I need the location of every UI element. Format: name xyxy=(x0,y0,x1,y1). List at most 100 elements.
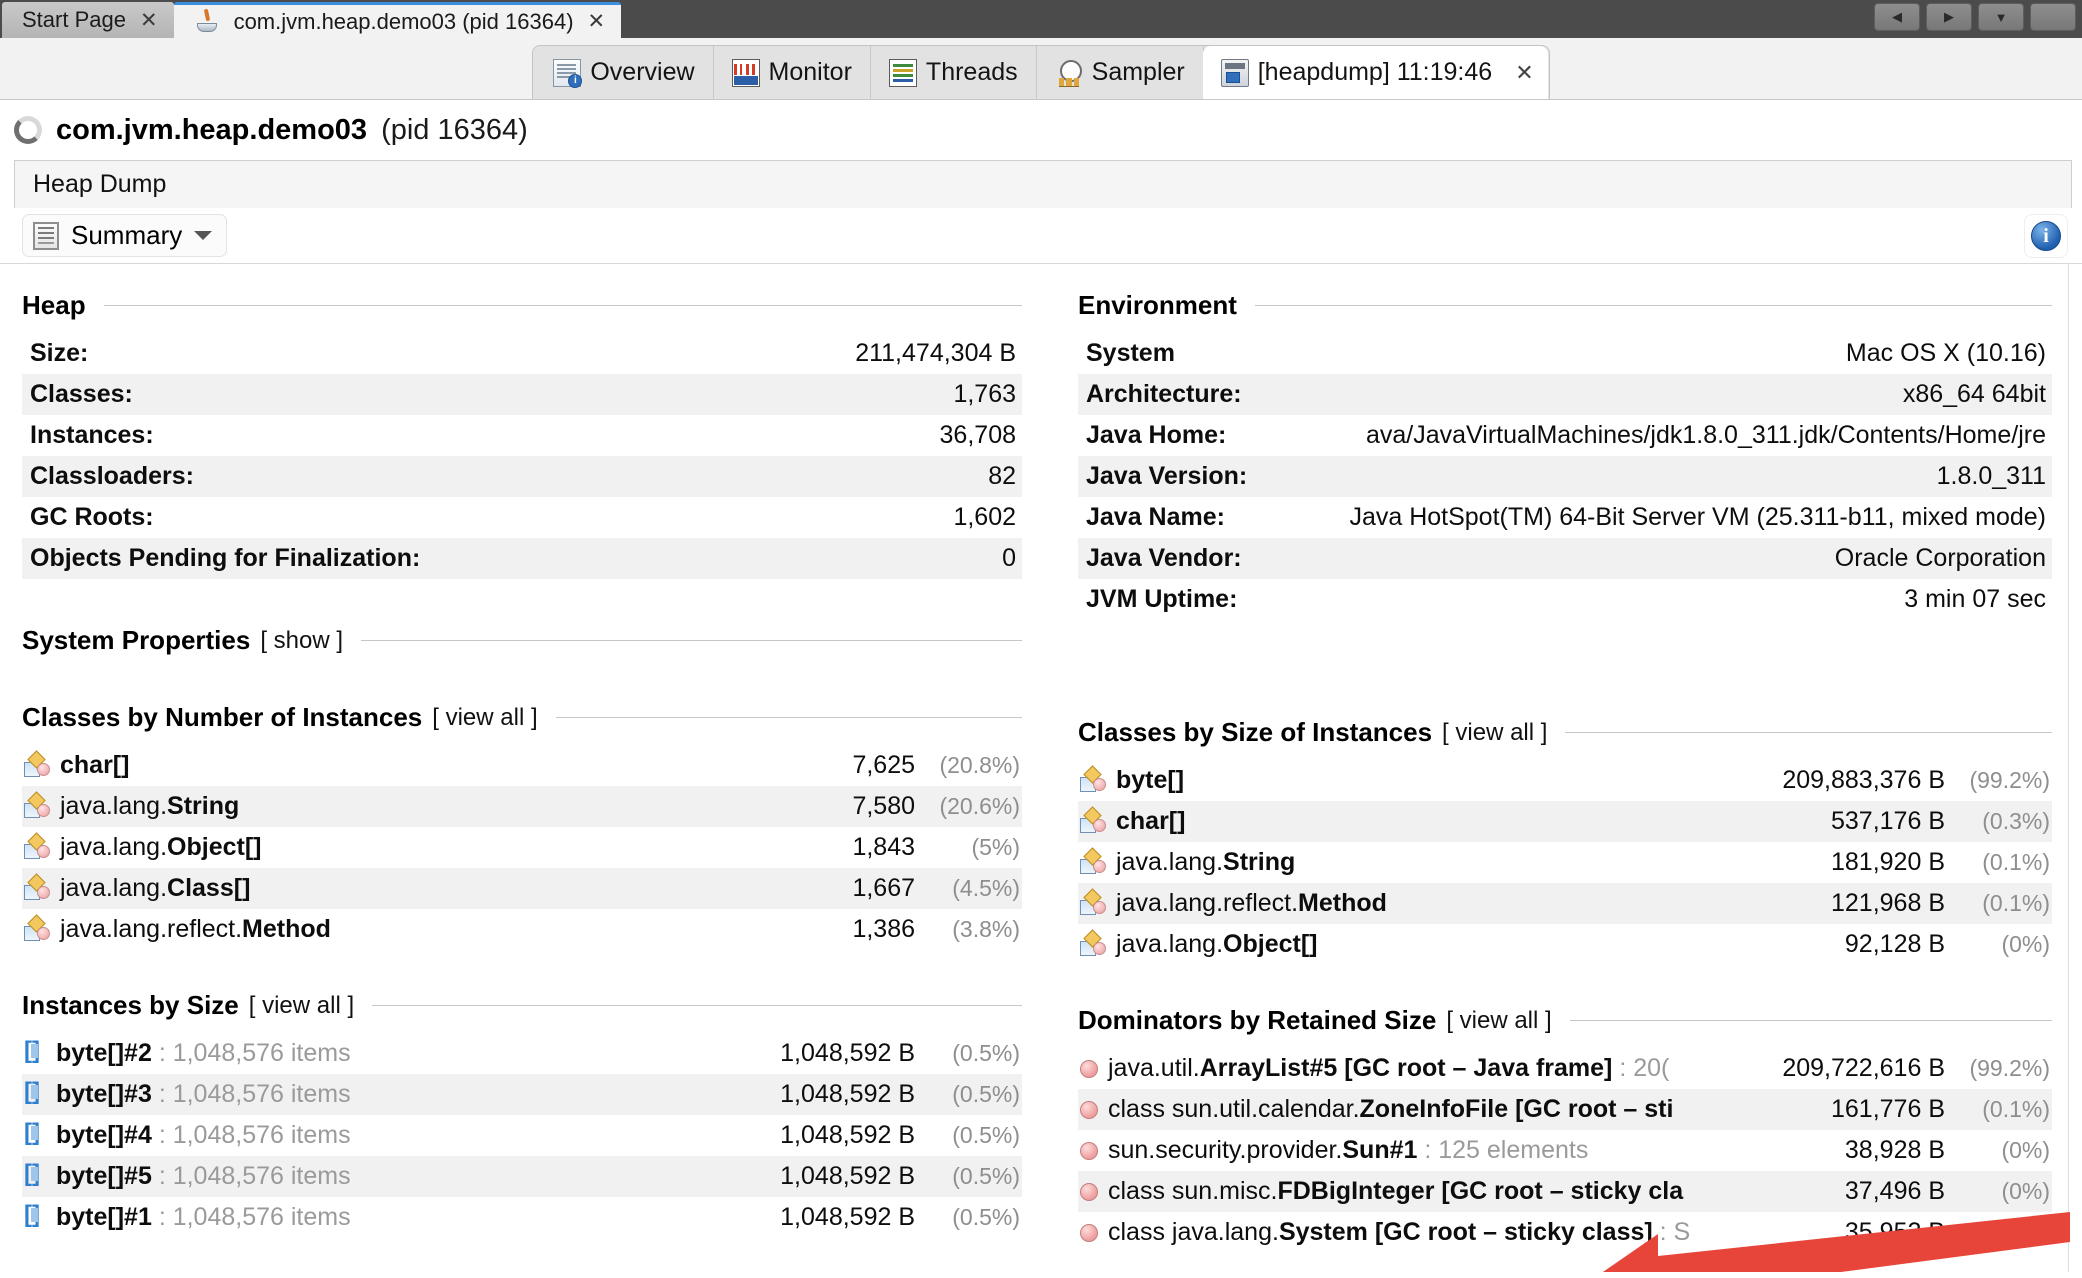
table-row[interactable]: class java.lang.System [GC root – sticky… xyxy=(1078,1212,2052,1253)
table-row: Objects Pending for Finalization: 0 xyxy=(22,538,1022,579)
row-value: 38,928 B xyxy=(1844,1136,1945,1164)
nav-back-button[interactable]: ◀ xyxy=(1874,3,1920,31)
table-row[interactable]: byte[]#5 : 1,048,576 items 1,048,592 B (0.… xyxy=(22,1156,1022,1197)
view-all-link[interactable]: [ view all ] xyxy=(1442,719,1547,747)
table-row: Java Version: 1.8.0_311 xyxy=(1078,456,2052,497)
info-button[interactable]: i xyxy=(2024,214,2068,258)
row-value: 1,048,592 B xyxy=(780,1203,915,1231)
row-key: Java Vendor: xyxy=(1086,544,1242,572)
section-heading-dominators: Dominators by Retained Size [ view all ] xyxy=(1078,1005,2052,1036)
tab-label: Threads xyxy=(925,58,1018,86)
row-key: Java Name: xyxy=(1086,503,1225,531)
row-value: 209,883,376 B xyxy=(1782,766,1945,794)
row-key: Classes: xyxy=(30,380,133,408)
table-row[interactable]: java.lang.Object[] 1,843 (5%) xyxy=(22,827,1022,868)
class-icon xyxy=(1080,929,1106,956)
row-percent: (0.1%) xyxy=(1982,1096,2050,1122)
instances-by-size-table: byte[]#2 : 1,048,576 items 1,048,592 B (0.… xyxy=(22,1033,1022,1238)
row-value: 36,708 xyxy=(939,421,1016,449)
close-icon[interactable]: ✕ xyxy=(1515,60,1533,86)
instance-icon xyxy=(1080,1142,1098,1160)
row-value: 82 xyxy=(988,462,1016,490)
row-key: JVM Uptime: xyxy=(1086,585,1238,613)
nav-overflow-button[interactable] xyxy=(2030,3,2076,31)
row-percent: (0.3%) xyxy=(1982,808,2050,834)
window-tab-demo03[interactable]: com.jvm.heap.demo03 (pid 16364) ✕ xyxy=(173,2,622,38)
table-row[interactable]: java.lang.String 181,920 B (0.1%) xyxy=(1078,842,2052,883)
tab-heapdump[interactable]: [heapdump] 11:19:46 ✕ xyxy=(1202,46,1548,99)
row-value: 209,722,616 B xyxy=(1782,1054,1945,1082)
row-value: 37,496 B xyxy=(1844,1177,1945,1205)
section-heading-environment: Environment xyxy=(1078,290,2052,321)
array-icon xyxy=(24,1078,46,1106)
table-row[interactable]: char[] 537,176 B (0.3%) xyxy=(1078,801,2052,842)
view-all-link[interactable]: [ view all ] xyxy=(432,704,537,732)
section-title: System Properties xyxy=(22,625,251,655)
overview-icon: i xyxy=(553,58,583,88)
table-row: System Mac OS X (10.16) xyxy=(1078,333,2052,374)
row-value: 35,952 B xyxy=(1844,1218,1945,1246)
window-tab-start-page[interactable]: Start Page ✕ xyxy=(2,2,174,38)
close-icon[interactable]: ✕ xyxy=(588,11,606,32)
table-row[interactable]: java.lang.reflect.Method 1,386 (3.8%) xyxy=(22,909,1022,950)
row-value: 211,474,304 B xyxy=(855,339,1016,367)
nav-menu-button[interactable]: ▼ xyxy=(1978,3,2024,31)
view-all-link[interactable]: [ view all ] xyxy=(249,992,354,1020)
tab-threads[interactable]: Threads xyxy=(871,46,1037,99)
row-percent: (3.8%) xyxy=(952,916,1020,942)
row-value: Mac OS X (10.16) xyxy=(1845,339,2046,367)
table-row[interactable]: java.lang.Object[] 92,128 B (0%) xyxy=(1078,924,2052,965)
table-row[interactable]: java.lang.Class[] 1,667 (4.5%) xyxy=(22,868,1022,909)
tab-overview[interactable]: i Overview xyxy=(535,46,714,99)
row-value: 1,048,592 B xyxy=(780,1039,915,1067)
row-percent: (0.5%) xyxy=(952,1163,1020,1189)
row-percent: (0%) xyxy=(2001,1137,2050,1163)
show-link[interactable]: [ show ] xyxy=(260,627,343,655)
divider xyxy=(1565,732,2052,733)
class-name: ZoneInfoFile [GC root – sti xyxy=(1359,1095,1674,1123)
table-row[interactable]: byte[]#2 : 1,048,576 items 1,048,592 B (0.… xyxy=(22,1033,1022,1074)
section-heading-classes-by-count: Classes by Number of Instances [ view al… xyxy=(22,702,1022,733)
table-row[interactable]: sun.security.provider.Sun#1 : 125 elemen… xyxy=(1078,1130,2052,1171)
view-tab-bar: i Overview Monitor Threads Sampler [heap… xyxy=(0,38,2082,100)
table-row[interactable]: java.lang.reflect.Method 121,968 B (0.1%) xyxy=(1078,883,2052,924)
instance-detail: : 1,048,576 items xyxy=(151,1121,351,1149)
class-name: FDBigInteger [GC root – sticky cla xyxy=(1277,1177,1684,1205)
row-percent: (4.5%) xyxy=(952,875,1020,901)
section-heading-classes-by-size: Classes by Size of Instances [ view all … xyxy=(1078,717,2052,748)
table-row[interactable]: byte[]#3 : 1,048,576 items 1,048,592 B (0.… xyxy=(22,1074,1022,1115)
table-row[interactable]: class sun.misc.FDBigInteger [GC root – s… xyxy=(1078,1171,2052,1212)
class-icon xyxy=(1080,806,1106,833)
class-name: Object[] xyxy=(167,833,262,861)
class-icon xyxy=(24,791,50,818)
tab-monitor[interactable]: Monitor xyxy=(714,46,871,99)
chevron-down-icon[interactable] xyxy=(194,231,213,240)
table-row[interactable]: byte[]#1 : 1,048,576 items 1,048,592 B (0.… xyxy=(22,1197,1022,1238)
summary-dropdown-button[interactable]: Summary xyxy=(22,214,228,257)
close-icon[interactable]: ✕ xyxy=(140,10,158,31)
heap-table: Size: 211,474,304 B Classes: 1,763 Instanc… xyxy=(22,333,1022,579)
table-row[interactable]: java.util.ArrayList#5 [GC root – Java fr… xyxy=(1078,1048,2052,1089)
table-row[interactable]: java.lang.String 7,580 (20.6%) xyxy=(22,786,1022,827)
row-key: Instances: xyxy=(30,421,154,449)
row-key: Size: xyxy=(30,339,89,367)
class-name: byte[] xyxy=(1116,766,1185,794)
scrollbar-track[interactable] xyxy=(2068,264,2082,1272)
array-icon xyxy=(24,1119,46,1147)
row-value: 1,602 xyxy=(953,503,1016,531)
table-row[interactable]: char[] 7,625 (20.8%) xyxy=(22,745,1022,786)
instance-detail: : 20( xyxy=(1612,1054,1670,1082)
table-row[interactable]: byte[]#4 : 1,048,576 items 1,048,592 B (0.… xyxy=(22,1115,1022,1156)
row-value: 1,763 xyxy=(953,380,1016,408)
window-nav-buttons: ◀ ▶ ▼ xyxy=(1874,3,2076,31)
view-all-link-dominators[interactable]: [ view all ] xyxy=(1446,1007,1551,1035)
loading-spinner-icon xyxy=(14,116,42,144)
class-name: Object[] xyxy=(1223,930,1318,958)
summary-toolbar: Summary i xyxy=(0,208,2082,264)
row-value: 3 min 07 sec xyxy=(1904,585,2046,613)
tab-sampler[interactable]: Sampler xyxy=(1037,46,1204,99)
table-row[interactable]: byte[] 209,883,376 B (99.2%) xyxy=(1078,760,2052,801)
table-row[interactable]: class sun.util.calendar.ZoneInfoFile [GC… xyxy=(1078,1089,2052,1130)
class-name: char[] xyxy=(60,751,130,779)
nav-forward-button[interactable]: ▶ xyxy=(1926,3,1972,31)
